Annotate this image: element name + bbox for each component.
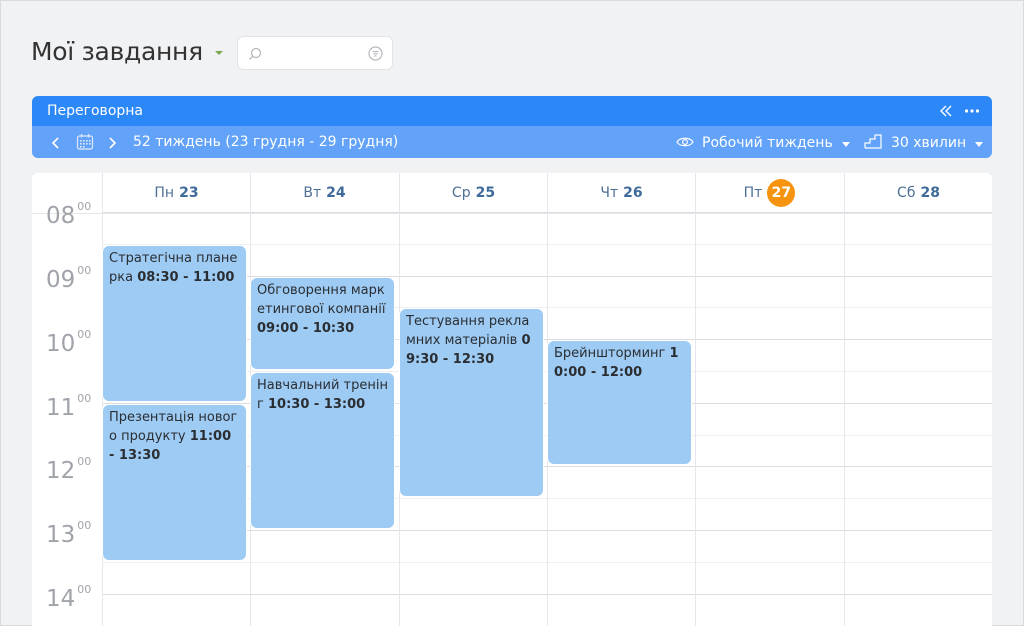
hour-value: 13 [46, 522, 76, 548]
day-number: 25 [475, 185, 496, 201]
hour-label: 14 00 [46, 583, 102, 612]
day-name: Сб [897, 185, 916, 201]
minute-value: 00 [77, 455, 92, 468]
day-column-divider [844, 173, 845, 626]
eye-icon [676, 134, 694, 153]
calendar-header: Переговорна 52 тиждень (23 грудня - 29 г… [32, 96, 992, 158]
event-card[interactable]: Стратегічна планерка 08:30 - 11:00 [102, 245, 247, 402]
hour-value: 09 [46, 267, 76, 293]
day-name: Пт [743, 185, 763, 201]
chevron-down-icon [841, 141, 850, 147]
event-title: Брейншторминг [554, 346, 666, 361]
event-card[interactable]: Тестування рекламних матеріалів 09:30 - … [399, 308, 544, 497]
day-column-divider [695, 173, 696, 626]
chevron-down-icon [975, 141, 984, 147]
event-title: Обговорення маркетингової компанії [257, 283, 386, 317]
day-header[interactable]: Вт 24 [250, 173, 398, 213]
hour-label: 11 00 [46, 392, 102, 421]
day-number: 26 [623, 185, 643, 201]
room-name[interactable]: Переговорна [47, 103, 143, 119]
day-name: Ср [451, 185, 471, 201]
chevron-left-icon[interactable] [50, 135, 62, 154]
filter-icon[interactable] [368, 46, 383, 65]
minute-value: 00 [77, 519, 92, 532]
hour-label: 09 00 [46, 264, 102, 293]
day-header-divider [32, 213, 992, 214]
hour-label: 13 00 [46, 519, 102, 548]
event-title: Тестування рекламних матеріалів [406, 314, 530, 348]
event-card[interactable]: Презентація нового продукту 11:00 - 13:3… [102, 404, 247, 561]
calendar-icon[interactable] [75, 132, 95, 156]
day-header[interactable]: Сб 28 [844, 173, 992, 213]
day-header[interactable]: Пт 27 [695, 173, 843, 213]
event-time: 09:00 - 10:30 [257, 321, 355, 336]
hour-label: 10 00 [46, 328, 102, 357]
hour-value: 11 [46, 395, 76, 421]
more-dots-icon[interactable] [964, 103, 980, 123]
search-box[interactable] [237, 36, 393, 70]
search-input[interactable] [266, 42, 362, 64]
week-label: 52 тиждень (23 грудня - 29 грудня) [133, 134, 399, 150]
hour-value: 10 [46, 331, 76, 357]
minute-value: 00 [77, 264, 92, 277]
day-header[interactable]: Ср 25 [399, 173, 547, 213]
day-number: 24 [326, 185, 346, 201]
minute-value: 00 [77, 200, 92, 213]
title-dropdown-caret-icon[interactable] [215, 51, 223, 55]
hour-value: 14 [46, 586, 76, 612]
event-time: 10:30 - 13:00 [267, 397, 366, 412]
double-chevron-left-icon[interactable] [938, 103, 954, 123]
day-header[interactable]: Пн 23 [102, 173, 250, 213]
event-time: 08:30 - 11:00 [137, 270, 235, 285]
view-mode-dropdown[interactable]: Робочий тиждень [676, 133, 850, 153]
time-step-dropdown[interactable]: 30 хвилин [864, 133, 984, 153]
event-card[interactable]: Навчальний тренінг 10:30 - 13:00 [250, 372, 395, 529]
event-card[interactable]: Брейншторминг 10:00 - 12:00 [547, 340, 692, 465]
minute-value: 00 [77, 328, 92, 341]
day-name: Чт [600, 185, 619, 201]
minute-value: 00 [77, 583, 92, 596]
day-number: 28 [920, 185, 940, 201]
page-title: Мої завдання [31, 37, 203, 66]
day-name: Пн [154, 185, 175, 201]
calendar-grid: Пн 23 Вт 24 Ср 25 Чт 26 Пт 27 Сб 28 08 00 09 00 10 00 11 00… [32, 173, 992, 626]
day-number: 23 [179, 185, 199, 201]
chevron-right-icon[interactable] [106, 135, 118, 154]
calendar-toolbar: 52 тиждень (23 грудня - 29 грудня) Робоч… [32, 126, 992, 158]
today-badge: 27 [767, 179, 796, 207]
search-icon [248, 46, 262, 65]
steps-icon [864, 133, 882, 153]
minute-value: 00 [77, 392, 92, 405]
hour-label: 08 00 [46, 200, 102, 229]
time-step-label: 30 хвилин [891, 135, 967, 151]
view-mode-label: Робочий тиждень [702, 135, 833, 151]
hour-label: 12 00 [46, 455, 102, 484]
day-header[interactable]: Чт 26 [547, 173, 695, 213]
hour-value: 08 [46, 203, 76, 229]
calendar-header-top: Переговорна [32, 96, 992, 126]
event-card[interactable]: Обговорення маркетингової компанії 09:00… [250, 277, 395, 370]
day-name: Вт [303, 185, 322, 201]
hour-value: 12 [46, 458, 76, 484]
